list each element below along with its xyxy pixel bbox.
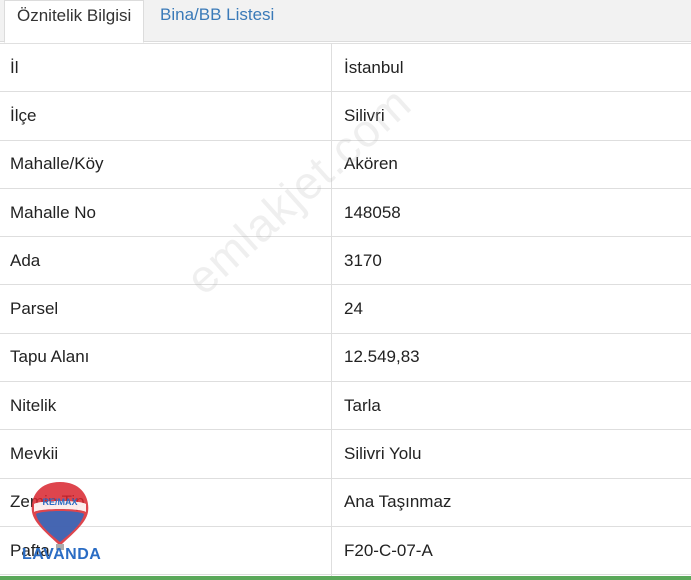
tab-bar: Öznitelik Bilgisi Bina/BB Listesi	[0, 0, 691, 43]
row-label: Mahalle/Köy	[10, 154, 104, 174]
table-row: Mahalle No 148058	[0, 188, 691, 238]
table-row: Ada 3170	[0, 237, 691, 286]
row-value: İstanbul	[344, 57, 404, 77]
attribute-table: İl İstanbul İlçe Silivri Mahalle/Köy Akö…	[0, 43, 691, 576]
table-row: Tapu Alanı 12.549,83	[0, 333, 691, 383]
row-value: F20-C-07-A	[344, 540, 433, 560]
bottom-accent-bar	[0, 576, 691, 580]
table-row: Mevkii Silivri Yolu	[0, 430, 691, 479]
table-row: İlçe Silivri	[0, 92, 691, 141]
column-divider	[331, 43, 332, 578]
row-value: 12.549,83	[344, 347, 420, 367]
row-label: Nitelik	[10, 395, 57, 415]
row-label: İl	[10, 57, 19, 77]
tab-bina-bb-listesi[interactable]: Bina/BB Listesi	[160, 0, 274, 42]
row-label: Zemin Tip	[10, 492, 85, 512]
row-label: Ada	[10, 250, 41, 270]
row-label: Mevkii	[10, 444, 59, 464]
row-value: Silivri	[344, 105, 385, 125]
row-label: Tapu Alanı	[10, 347, 90, 367]
row-value: Tarla	[344, 395, 381, 415]
logo-wordmark: LAVANDA	[22, 546, 102, 563]
row-value: 24	[344, 299, 363, 319]
row-value: Silivri Yolu	[344, 444, 422, 464]
row-label: Mahalle No	[10, 202, 96, 222]
row-label: İlçe	[10, 105, 37, 125]
row-value: 3170	[344, 250, 382, 270]
row-label: Parsel	[10, 299, 59, 319]
table-row: Parsel 24	[0, 285, 691, 334]
table-row: Pafta F20-C-07-A	[0, 526, 691, 576]
table-row: İl İstanbul	[0, 44, 691, 93]
tab-oznitelik-bilgisi[interactable]: Öznitelik Bilgisi	[4, 0, 144, 43]
row-value: Akören	[344, 154, 398, 174]
row-value: 148058	[344, 202, 401, 222]
table-row: Mahalle/Köy Akören	[0, 140, 691, 189]
table-row: Zemin Tip Ana Taşınmaz	[0, 478, 691, 527]
table-row: Nitelik Tarla	[0, 382, 691, 431]
row-value: Ana Taşınmaz	[344, 492, 452, 512]
